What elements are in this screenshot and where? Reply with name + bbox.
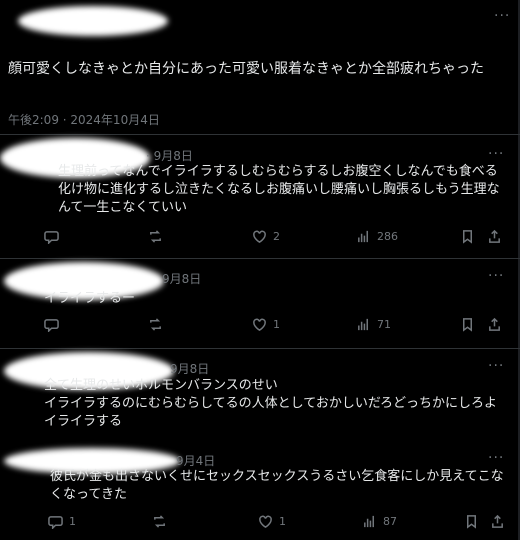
like-count: 1: [279, 515, 286, 528]
comment-icon: [44, 319, 59, 332]
bookmark-button[interactable]: [460, 317, 475, 332]
share-button[interactable]: [490, 514, 505, 529]
more-options-button[interactable]: ···: [488, 450, 504, 466]
view-count: 286: [377, 230, 398, 243]
repost-icon: [154, 515, 165, 528]
share-icon: [492, 514, 503, 528]
repost-button[interactable]: [148, 317, 163, 332]
like-button[interactable]: 2: [252, 229, 280, 244]
heart-icon: [253, 230, 266, 243]
reply-date[interactable]: 9月4日: [176, 452, 215, 469]
reply-date[interactable]: · 9月8日: [146, 147, 193, 164]
main-post-timestamp[interactable]: 午後2:09 · 2024年10月4日: [8, 111, 160, 128]
like-count: 1: [273, 318, 280, 331]
share-icon: [489, 229, 500, 243]
repost-button[interactable]: [148, 229, 163, 244]
repost-button[interactable]: [152, 514, 167, 529]
divider: [0, 348, 520, 349]
views-icon: [364, 515, 374, 528]
view-count: 87: [383, 515, 397, 528]
bookmark-button[interactable]: [460, 229, 475, 244]
bookmark-icon: [463, 230, 472, 244]
more-options-button[interactable]: ···: [494, 8, 510, 24]
reply-button[interactable]: 1: [48, 514, 76, 529]
views-icon: [358, 230, 368, 243]
heart-icon: [253, 318, 266, 331]
views-button[interactable]: 71: [356, 317, 391, 332]
reply-button[interactable]: [44, 229, 59, 244]
more-options-button[interactable]: ···: [488, 358, 504, 374]
main-post-text: 顔可愛くしなきゃとか自分にあった可愛い服着なきゃとか全部疲れちゃった: [8, 61, 484, 77]
reply-text: 彼氏が金も出さないくせにセックスセックスうるさい乞食客にしか見えてこなくなってき…: [50, 469, 504, 502]
comment-icon: [48, 516, 63, 529]
views-button[interactable]: 286: [356, 229, 398, 244]
heart-icon: [259, 515, 272, 528]
share-button[interactable]: [487, 317, 502, 332]
like-count: 2: [273, 230, 280, 243]
repost-icon: [150, 230, 161, 243]
share-button[interactable]: [487, 229, 502, 244]
like-button[interactable]: 1: [258, 514, 286, 529]
views-button[interactable]: 87: [362, 514, 397, 529]
divider: [0, 258, 520, 259]
reply-text: イライラするー: [44, 291, 136, 306]
bookmark-icon: [463, 318, 472, 332]
views-icon: [358, 318, 368, 331]
reply-button[interactable]: [44, 317, 59, 332]
share-icon: [489, 317, 500, 331]
redacted-author: [18, 6, 168, 36]
reply-text: 全て生理のせいホルモンバランスのせい イライラするのにむらむらしてるの人体として…: [44, 378, 498, 429]
bookmark-button[interactable]: [464, 514, 479, 529]
bookmark-icon: [467, 515, 476, 529]
reply-date[interactable]: 9月8日: [170, 360, 209, 377]
repost-icon: [150, 318, 161, 331]
like-button[interactable]: 1: [252, 317, 280, 332]
reply-text: 生理前ってなんでイライラするしむらむらするしお腹空くしなんでも食べる化け物に進化…: [58, 164, 500, 215]
reply-count: 1: [69, 515, 76, 528]
more-options-button[interactable]: ···: [488, 268, 504, 284]
view-count: 71: [377, 318, 391, 331]
comment-icon: [44, 231, 59, 244]
reply-date[interactable]: 9月8日: [162, 270, 201, 287]
divider: [0, 134, 520, 135]
more-options-button[interactable]: ···: [488, 146, 504, 162]
